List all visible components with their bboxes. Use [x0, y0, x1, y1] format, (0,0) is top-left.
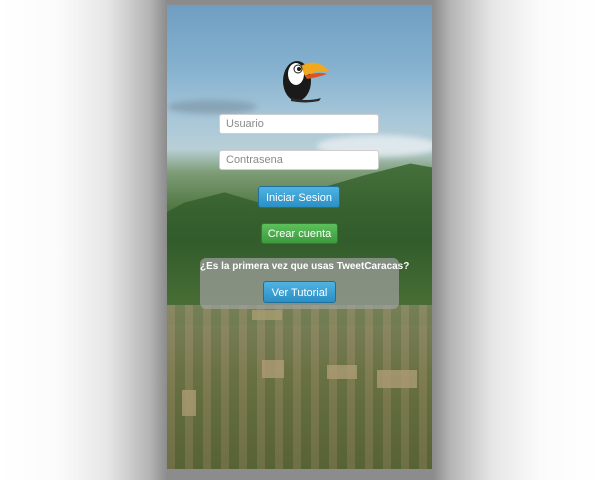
background-cloud — [167, 100, 257, 114]
tutorial-panel: ¿Es la primera vez que usas TweetCaracas… — [200, 258, 410, 309]
background-building — [252, 310, 282, 320]
background-building — [377, 370, 417, 388]
background-building — [182, 390, 196, 416]
username-input[interactable] — [219, 114, 379, 134]
signup-button[interactable]: Crear cuenta — [261, 223, 338, 244]
password-input[interactable] — [219, 150, 379, 170]
background-city — [167, 305, 432, 469]
background-building — [327, 365, 357, 379]
app-screen: Iniciar Sesion Crear cuenta ¿Es la prime… — [167, 5, 432, 469]
view-tutorial-button[interactable]: Ver Tutorial — [263, 281, 336, 303]
login-button[interactable]: Iniciar Sesion — [258, 186, 340, 208]
toucan-icon — [283, 61, 330, 103]
background-building — [262, 360, 284, 378]
tutorial-question: ¿Es la primera vez que usas TweetCaracas… — [200, 261, 410, 272]
